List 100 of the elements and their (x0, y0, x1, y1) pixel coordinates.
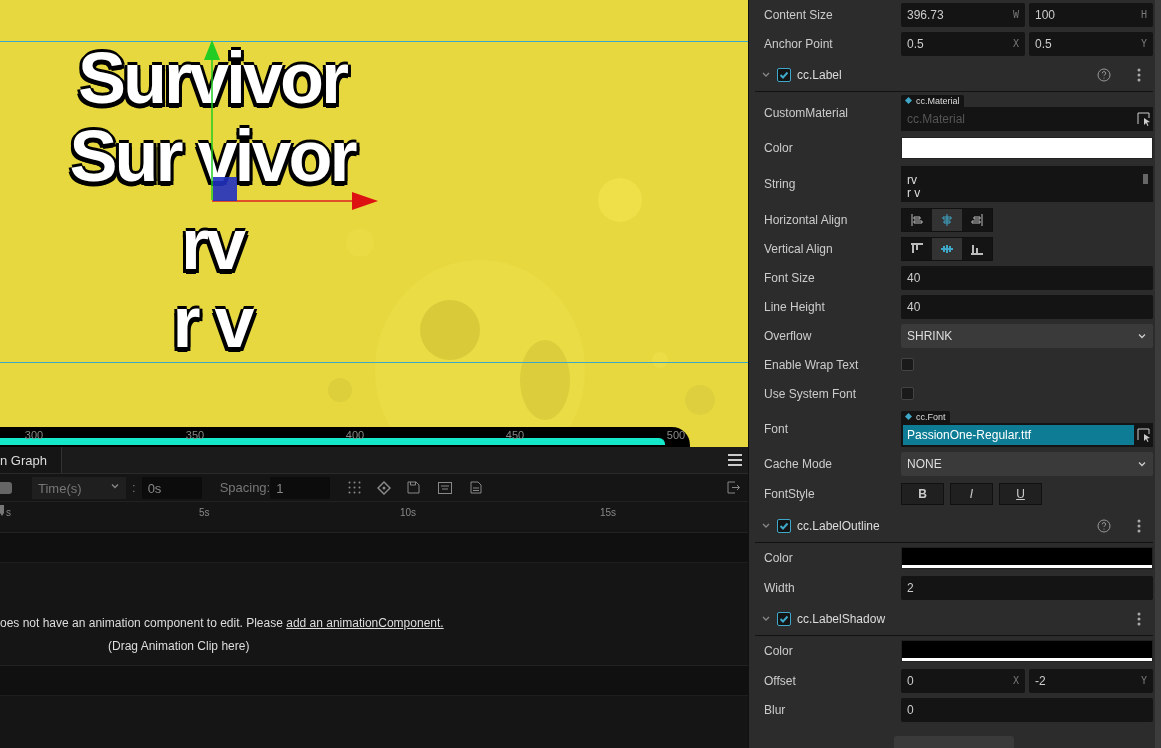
timeline-tick-label: 5s (199, 507, 210, 518)
number-field[interactable]: 2 (901, 575, 1153, 600)
property-label: Horizontal Align (764, 212, 849, 227)
align-button[interactable] (962, 237, 992, 260)
ruler-tick-label: 350 (185, 429, 205, 441)
component-header[interactable]: cc.LabelOutline (755, 509, 1153, 543)
timeline-tick-label: 15s (600, 507, 617, 518)
align-button[interactable] (932, 237, 962, 260)
number-field[interactable]: 0.5 Y (1029, 31, 1153, 56)
property-label: Anchor Point (764, 36, 834, 51)
help-icon[interactable] (1097, 67, 1111, 82)
number-field[interactable]: 0 X (901, 668, 1025, 693)
align-left-icon (910, 212, 924, 227)
component-header[interactable]: cc.LabelShadow (755, 602, 1153, 636)
scrollbar-thumb[interactable] (1143, 174, 1148, 184)
diamond-icon (905, 97, 912, 104)
pick-icon[interactable] (1137, 427, 1151, 442)
number-field[interactable]: -2 Y (1029, 668, 1153, 693)
number-field[interactable]: 100 H (1029, 2, 1153, 27)
property-label: Overflow (764, 328, 813, 343)
spacing-label: Spacing: (219, 480, 271, 495)
grid-icon[interactable] (348, 481, 362, 494)
property-label: Cache Mode (764, 456, 834, 471)
property-label: Font (764, 421, 789, 436)
checkbox[interactable] (777, 67, 791, 82)
property-label: String (764, 177, 797, 191)
pick-icon[interactable] (1137, 111, 1151, 126)
align-right-icon (970, 212, 984, 227)
property-label: Content Size (764, 7, 834, 22)
align-button[interactable] (932, 208, 962, 231)
asset-field[interactable]: PassionOne-Regular.ttf (901, 422, 1153, 447)
ruler-tick-label: 500 (666, 429, 686, 441)
font-style-button[interactable]: U (999, 482, 1042, 505)
ruler-tick-label: 400 (345, 429, 365, 441)
color-swatch[interactable] (901, 137, 1153, 159)
document-icon[interactable] (470, 481, 483, 494)
align-center-icon (940, 212, 954, 227)
property-label: Blur (764, 702, 787, 717)
number-field[interactable]: 40 (901, 294, 1153, 319)
property-label: Vertical Align (764, 241, 834, 256)
exit-icon[interactable] (727, 481, 740, 494)
property-label: Color (764, 141, 794, 155)
keyboard-icon[interactable] (438, 481, 453, 494)
property-label: Line Height (764, 299, 826, 314)
property-label: FontStyle (764, 486, 816, 501)
asset-type-tag: cc.Font (901, 410, 950, 423)
checkbox[interactable] (901, 358, 914, 371)
color-swatch[interactable] (901, 547, 1153, 569)
property-label: Color (764, 551, 794, 565)
drop-hint: (Drag Animation Clip here) (107, 639, 251, 653)
diamond-icon (905, 413, 912, 420)
more-icon[interactable] (1137, 611, 1141, 626)
number-field[interactable]: 40 (901, 265, 1153, 290)
property-label: Font Size (764, 270, 816, 285)
property-label: CustomMaterial (764, 105, 850, 120)
timeline-tick-label: s (6, 507, 11, 518)
number-field[interactable]: 396.73 W (901, 2, 1025, 27)
number-field[interactable]: 0 (901, 697, 1153, 722)
label-text: r v (172, 286, 252, 358)
asset-type-tag: cc.Material (901, 94, 964, 107)
playhead-icon[interactable] (0, 505, 5, 517)
number-field[interactable]: 0.5 X (901, 31, 1025, 56)
dropdown[interactable]: NONE (901, 451, 1153, 476)
more-icon[interactable] (1137, 518, 1141, 533)
align-button[interactable] (902, 237, 932, 260)
component-header[interactable]: cc.Label (755, 58, 1153, 92)
empty-message: oes not have an animation component to edit. Please add an animationComponent. (0, 616, 445, 630)
font-style-button[interactable]: I (950, 482, 993, 505)
stop-icon[interactable] (0, 481, 12, 494)
property-label: Use System Font (764, 386, 858, 401)
help-icon[interactable] (1097, 518, 1111, 533)
checkbox[interactable] (901, 387, 914, 400)
font-style-button[interactable]: B (901, 482, 944, 505)
label-text: rv (180, 208, 244, 280)
spacing-field[interactable]: 1 (270, 476, 331, 499)
checkbox[interactable] (777, 611, 791, 626)
property-label: Color (764, 644, 794, 658)
string-field[interactable]: rv r v (901, 166, 1153, 202)
color-swatch[interactable] (901, 640, 1153, 662)
keyframe-icon[interactable] (377, 480, 392, 495)
checkbox[interactable] (777, 518, 791, 533)
property-label: Enable Wrap Text (764, 357, 860, 372)
ruler-tick-label: 450 (505, 429, 525, 441)
save-icon[interactable] (407, 481, 421, 494)
component-title: cc.Label (797, 67, 843, 82)
component-title: cc.LabelShadow (797, 611, 887, 626)
property-label: Width (764, 580, 796, 595)
more-icon[interactable] (1137, 67, 1141, 82)
separator-label: : (132, 480, 136, 495)
time-unit-dropdown[interactable]: Time(s) (32, 476, 126, 499)
ruler-tick-label: 300 (24, 429, 44, 441)
align-top-icon (910, 241, 924, 256)
time-field[interactable]: 0s (141, 476, 202, 499)
add-component-link[interactable]: add an animationComponent. (286, 616, 444, 630)
panel-tab[interactable]: n Graph (0, 447, 62, 473)
component-title: cc.LabelOutline (797, 518, 881, 533)
menu-icon[interactable] (728, 454, 742, 466)
property-label: Offset (764, 673, 797, 688)
dropdown[interactable]: SHRINK (901, 323, 1153, 348)
timeline-tick-label: 10s (400, 507, 417, 518)
